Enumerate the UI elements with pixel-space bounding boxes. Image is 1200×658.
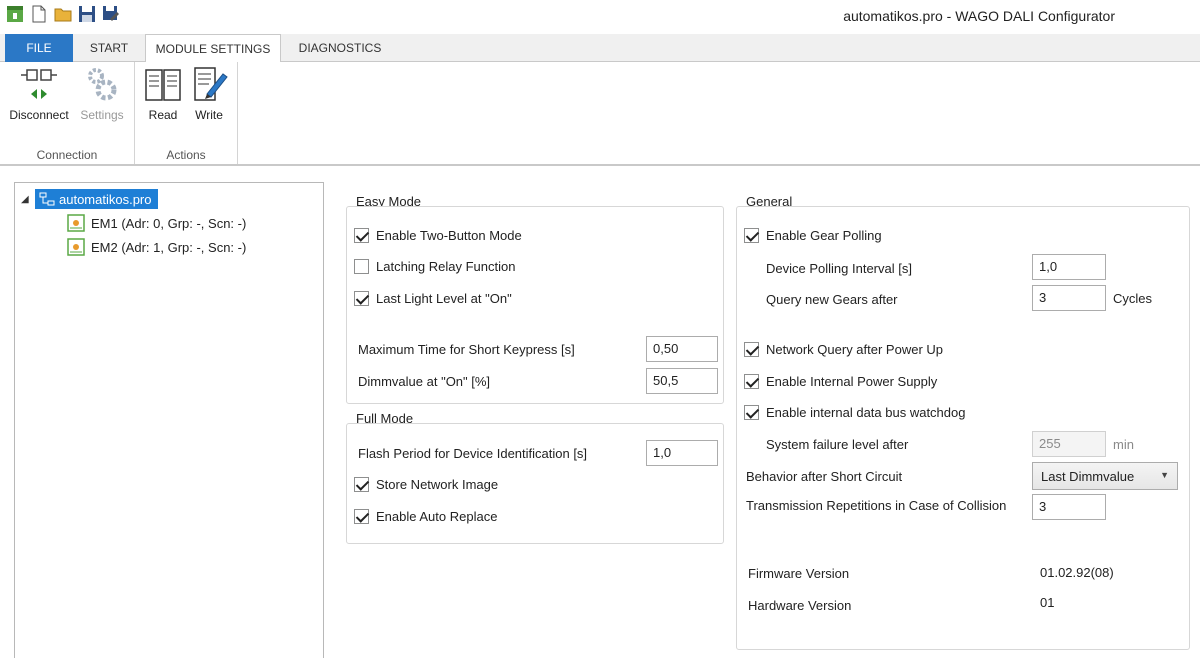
actions-group-label: Actions (166, 148, 206, 162)
write-button[interactable]: Write (187, 64, 231, 122)
connection-group-label: Connection (36, 148, 98, 162)
store-image-checkbox[interactable]: Store Network Image (354, 477, 498, 492)
actions-group: Read Write Actions (135, 62, 238, 164)
chevron-down-icon: ▼ (1160, 470, 1169, 480)
network-query-checkbox[interactable]: Network Query after Power Up (744, 342, 943, 357)
module-icon (67, 238, 85, 256)
gear-polling-checkbox[interactable]: Enable Gear Polling (744, 228, 882, 243)
store-image-label: Store Network Image (376, 477, 499, 492)
window-title: automatikos.pro - WAGO DALI Configurator (843, 8, 1115, 24)
checkbox-box[interactable] (354, 291, 369, 306)
tree-root-label: automatikos.pro (59, 191, 152, 207)
network-query-label: Network Query after Power Up (766, 342, 944, 357)
two-button-label: Enable Two-Button Mode (376, 228, 522, 243)
failure-level-input[interactable]: 255 (1032, 431, 1106, 457)
checkbox-box[interactable] (744, 342, 759, 357)
tree-item-em1[interactable]: EM1 (Adr: 0, Grp: -, Scn: -) (67, 213, 246, 233)
disconnect-button[interactable]: Disconnect (6, 64, 72, 122)
network-icon (39, 192, 55, 206)
device-tree[interactable]: ◢ automatikos.pro EM1 (Adr: 0, Grp: -, S… (14, 182, 324, 658)
checkbox-box[interactable] (354, 509, 369, 524)
last-light-label: Last Light Level at "On" (376, 291, 512, 306)
ribbon-tab-row: FILE START MODULE SETTINGS DIAGNOSTICS (0, 34, 1200, 63)
open-folder-icon[interactable] (54, 5, 72, 23)
collapse-triangle-icon[interactable]: ◢ (21, 194, 35, 205)
short-keypress-input[interactable]: 0,50 (646, 336, 718, 362)
tab-file[interactable]: FILE (5, 34, 73, 62)
flash-period-label: Flash Period for Device Identification [… (358, 446, 588, 461)
polling-interval-label: Device Polling Interval [s] (766, 261, 912, 276)
firmware-value: 01.02.92(08) (1040, 565, 1114, 580)
settings-button[interactable]: Settings (72, 64, 132, 122)
write-label: Write (195, 108, 223, 122)
read-button[interactable]: Read (141, 64, 185, 122)
checkbox-box[interactable] (744, 228, 759, 243)
watchdog-label: Enable internal data bus watchdog (766, 405, 966, 420)
save-icon[interactable] (78, 5, 96, 23)
query-gears-unit: Cycles (1113, 291, 1153, 306)
hardware-value: 01 (1040, 595, 1055, 610)
checkbox-box[interactable] (744, 374, 759, 389)
tree-root-selected[interactable]: automatikos.pro (35, 189, 158, 209)
ribbon: Disconnect Settings Connection Read Writ… (0, 62, 1200, 166)
tree-item-label: EM1 (Adr: 0, Grp: -, Scn: -) (91, 215, 247, 231)
title-bar: automatikos.pro - WAGO DALI Configurator (0, 0, 1200, 32)
failure-level-label: System failure level after (766, 437, 909, 452)
internal-power-label: Enable Internal Power Supply (766, 374, 938, 389)
disconnect-label: Disconnect (9, 108, 69, 122)
hardware-label: Hardware Version (748, 598, 852, 613)
short-keypress-label: Maximum Time for Short Keypress [s] (358, 342, 575, 357)
module-icon (67, 214, 85, 232)
latching-relay-label: Latching Relay Function (376, 259, 516, 274)
app-icon[interactable] (6, 5, 24, 23)
tab-module-settings[interactable]: MODULE SETTINGS (145, 34, 281, 63)
firmware-label: Firmware Version (748, 566, 850, 581)
short-circuit-value: Last Dimmvalue (1041, 469, 1135, 484)
tree-item-label: EM2 (Adr: 1, Grp: -, Scn: -) (91, 239, 247, 255)
new-file-icon[interactable] (30, 5, 48, 23)
connection-group: Disconnect Settings Connection (0, 62, 135, 164)
dimmvalue-label: Dimmvalue at "On" [%] (358, 374, 491, 389)
read-label: Read (148, 108, 178, 122)
tree-root-item[interactable]: ◢ automatikos.pro (21, 189, 158, 209)
flash-period-input[interactable]: 1,0 (646, 440, 718, 466)
tab-diagnostics[interactable]: DIAGNOSTICS (288, 34, 392, 62)
tree-item-em2[interactable]: EM2 (Adr: 1, Grp: -, Scn: -) (67, 237, 246, 257)
query-gears-input[interactable]: 3 (1032, 285, 1106, 311)
tab-start[interactable]: START (78, 34, 140, 62)
quick-access-toolbar (6, 5, 120, 23)
watchdog-checkbox[interactable]: Enable internal data bus watchdog (744, 405, 965, 420)
settings-label: Settings (80, 108, 124, 122)
repetitions-input[interactable]: 3 (1032, 494, 1106, 520)
polling-interval-input[interactable]: 1,0 (1032, 254, 1106, 280)
failure-level-unit: min (1113, 437, 1134, 452)
latching-relay-checkbox[interactable]: Latching Relay Function (354, 259, 515, 274)
query-gears-label: Query new Gears after (766, 292, 898, 307)
internal-power-checkbox[interactable]: Enable Internal Power Supply (744, 374, 937, 389)
checkbox-box[interactable] (354, 228, 369, 243)
repetitions-label: Transmission Repetitions in Case of Coll… (746, 498, 1007, 513)
checkbox-box[interactable] (744, 405, 759, 420)
auto-replace-label: Enable Auto Replace (376, 509, 498, 524)
read-book-icon (145, 69, 181, 101)
short-circuit-dropdown[interactable]: Last Dimmvalue ▼ (1032, 462, 1178, 490)
last-light-checkbox[interactable]: Last Light Level at "On" (354, 291, 512, 306)
write-pencil-icon (194, 67, 228, 101)
auto-replace-checkbox[interactable]: Enable Auto Replace (354, 509, 497, 524)
gear-polling-label: Enable Gear Polling (766, 228, 882, 243)
checkbox-box[interactable] (354, 259, 369, 274)
two-button-checkbox[interactable]: Enable Two-Button Mode (354, 228, 522, 243)
disconnect-icon (21, 69, 57, 99)
short-circuit-label: Behavior after Short Circuit (746, 469, 903, 484)
checkbox-box[interactable] (354, 477, 369, 492)
dimmvalue-input[interactable]: 50,5 (646, 368, 718, 394)
save-as-icon[interactable] (102, 5, 120, 23)
gear-icon (88, 68, 117, 101)
